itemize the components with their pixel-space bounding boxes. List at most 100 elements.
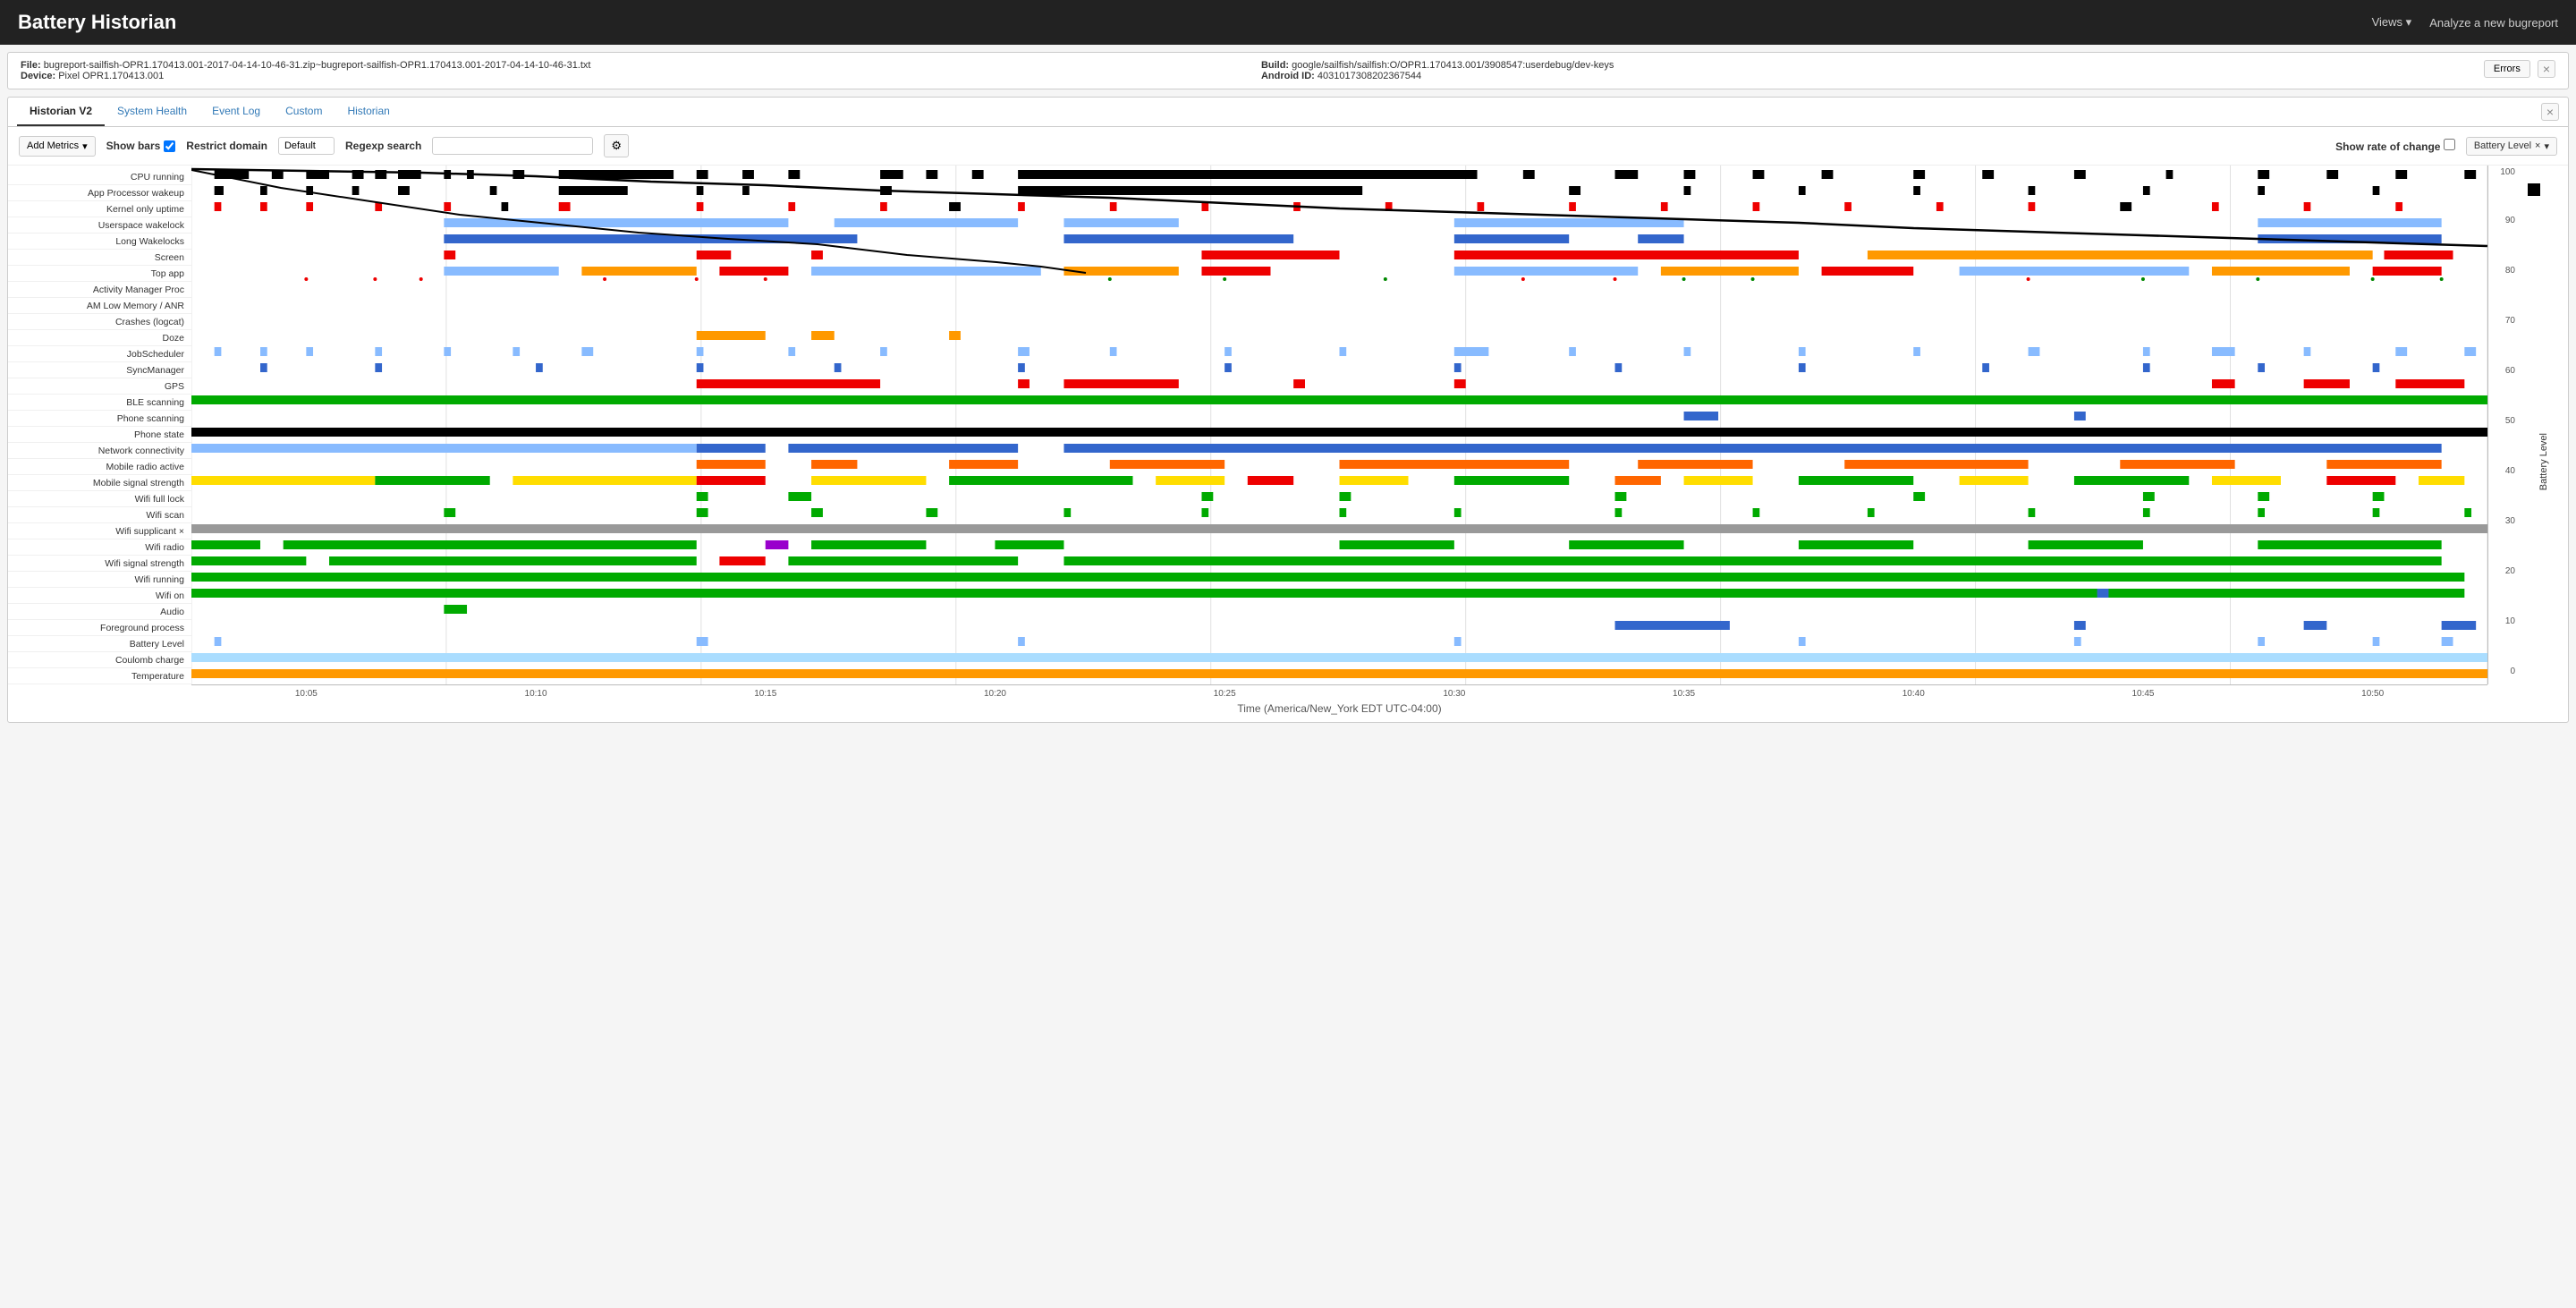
header-nav: Views ▾ Analyze a new bugreport bbox=[2372, 15, 2558, 30]
build-line: Build: google/sailfish/sailfish:O/OPR1.1… bbox=[1261, 60, 2484, 71]
row-label-crashes: Crashes (logcat) bbox=[8, 314, 191, 330]
y-tick-20: 20 bbox=[2505, 566, 2515, 576]
row-label-syncmanager: SyncManager bbox=[8, 362, 191, 378]
device-label: Device: bbox=[21, 71, 55, 81]
file-path-line: File: bugreport-sailfish-OPR1.170413.001… bbox=[21, 60, 1243, 71]
build-label: Build: bbox=[1261, 60, 1289, 71]
row-label-audio: Audio bbox=[8, 604, 191, 620]
y-tick-10: 10 bbox=[2505, 616, 2515, 626]
restrict-domain-label: Restrict domain bbox=[186, 140, 267, 152]
add-metrics-chevron: ▾ bbox=[82, 140, 88, 152]
time-label-1010: 10:10 bbox=[421, 689, 651, 699]
time-label-1025: 10:25 bbox=[1110, 689, 1340, 699]
file-label: File: bbox=[21, 60, 41, 71]
add-metrics-button[interactable]: Add Metrics ▾ bbox=[19, 136, 96, 157]
row-label-am-low-memory: AM Low Memory / ANR bbox=[8, 298, 191, 314]
gear-button[interactable]: ⚙ bbox=[604, 134, 629, 157]
battery-level-vertical-label: Battery Level bbox=[2538, 433, 2549, 490]
chart-outer-wrapper: CPU running App Processor wakeup Kernel … bbox=[8, 166, 2568, 722]
errors-button[interactable]: Errors bbox=[2484, 60, 2530, 78]
row-label-phone-scanning: Phone scanning bbox=[8, 411, 191, 427]
y-tick-90: 90 bbox=[2505, 216, 2515, 225]
battery-level-badge: Battery Level × ▾ bbox=[2466, 137, 2557, 156]
time-label-1030: 10:30 bbox=[1340, 689, 1570, 699]
row-label-doze: Doze bbox=[8, 330, 191, 346]
time-axis-title: Time (America/New_York EDT UTC-04:00) bbox=[191, 699, 2487, 722]
main-container: Historian V2 System Health Event Log Cus… bbox=[7, 97, 2569, 723]
tab-historian-v2[interactable]: Historian V2 bbox=[17, 98, 105, 126]
row-label-wifi-running: Wifi running bbox=[8, 572, 191, 588]
android-id-value: 4031017308202367544 bbox=[1318, 71, 1421, 81]
file-info-bar: File: bugreport-sailfish-OPR1.170413.001… bbox=[7, 52, 2569, 89]
time-label-1035: 10:35 bbox=[1569, 689, 1799, 699]
time-label-1040: 10:40 bbox=[1799, 689, 2029, 699]
tab-system-health[interactable]: System Health bbox=[105, 98, 199, 126]
regexp-input[interactable] bbox=[432, 137, 593, 155]
toolbar: Add Metrics ▾ Show bars Restrict domain … bbox=[8, 127, 2568, 166]
y-tick-70: 70 bbox=[2505, 316, 2515, 326]
row-label-mobile-radio: Mobile radio active bbox=[8, 459, 191, 475]
y-tick-100: 100 bbox=[2500, 167, 2515, 177]
row-label-wifi-scan: Wifi scan bbox=[8, 507, 191, 523]
row-label-battery-level: Battery Level bbox=[8, 636, 191, 652]
y-ticks-col: 100 90 80 70 60 50 40 30 20 10 0 bbox=[2487, 166, 2519, 684]
row-label-kernel-uptime: Kernel only uptime bbox=[8, 201, 191, 217]
time-label-1045: 10:45 bbox=[2029, 689, 2258, 699]
show-bars-text: Show bars bbox=[106, 140, 161, 152]
device-line: Device: Pixel OPR1.170413.001 bbox=[21, 71, 1243, 81]
domain-select[interactable]: Default bbox=[278, 137, 335, 155]
add-metrics-label: Add Metrics bbox=[27, 140, 79, 151]
row-label-coulomb: Coulomb charge bbox=[8, 652, 191, 668]
file-path-value: bugreport-sailfish-OPR1.170413.001-2017-… bbox=[44, 60, 591, 71]
row-label-am-proc: Activity Manager Proc bbox=[8, 282, 191, 298]
row-label-wifi-supplicant: Wifi supplicant × bbox=[8, 523, 191, 539]
file-close-button[interactable]: × bbox=[2538, 60, 2555, 78]
row-label-wifi-signal: Wifi signal strength bbox=[8, 556, 191, 572]
chart-center-panel: 10:05 10:10 10:15 10:20 10:25 10:30 10:3… bbox=[191, 166, 2487, 722]
row-label-phone-state: Phone state bbox=[8, 427, 191, 443]
battery-axis-label-col: Battery Level bbox=[2519, 166, 2568, 722]
app-title: Battery Historian bbox=[18, 11, 176, 34]
battery-legend-swatch bbox=[2528, 183, 2540, 196]
row-label-screen: Screen bbox=[8, 250, 191, 266]
row-label-mobile-signal: Mobile signal strength bbox=[8, 475, 191, 491]
row-label-wifi-on: Wifi on bbox=[8, 588, 191, 604]
right-panel: 100 90 80 70 60 50 40 30 20 10 0 Battery… bbox=[2487, 166, 2568, 722]
row-label-cpu-running: CPU running bbox=[8, 169, 191, 185]
tabs: Historian V2 System Health Event Log Cus… bbox=[8, 98, 2568, 127]
android-id-line: Android ID: 4031017308202367544 bbox=[1261, 71, 2484, 81]
regexp-label: Regexp search bbox=[345, 140, 421, 152]
show-bars-checkbox[interactable] bbox=[164, 140, 175, 152]
tab-custom[interactable]: Custom bbox=[273, 98, 335, 126]
row-label-wifi-radio: Wifi radio bbox=[8, 539, 191, 556]
tabs-left: Historian V2 System Health Event Log Cus… bbox=[17, 98, 402, 126]
show-rate-checkbox[interactable] bbox=[2444, 139, 2455, 150]
file-info-right: Build: google/sailfish/sailfish:O/OPR1.1… bbox=[1261, 60, 2484, 81]
android-id-label: Android ID: bbox=[1261, 71, 1315, 81]
labels-panel: CPU running App Processor wakeup Kernel … bbox=[8, 166, 191, 722]
build-value: google/sailfish/sailfish:O/OPR1.170413.0… bbox=[1292, 60, 1614, 71]
battery-level-badge-text: Battery Level bbox=[2474, 140, 2531, 151]
analyze-link[interactable]: Analyze a new bugreport bbox=[2429, 16, 2558, 30]
battery-level-badge-close[interactable]: × bbox=[2535, 140, 2540, 151]
row-label-jobscheduler: JobScheduler bbox=[8, 346, 191, 362]
time-axis: 10:05 10:10 10:15 10:20 10:25 10:30 10:3… bbox=[191, 684, 2487, 699]
views-menu[interactable]: Views ▾ bbox=[2372, 15, 2412, 30]
show-rate-text: Show rate of change bbox=[2335, 140, 2440, 153]
time-label-1005: 10:05 bbox=[191, 689, 421, 699]
time-label-1050: 10:50 bbox=[2258, 689, 2487, 699]
y-tick-30: 30 bbox=[2505, 516, 2515, 526]
y-tick-80: 80 bbox=[2505, 266, 2515, 276]
time-label-1020: 10:20 bbox=[880, 689, 1110, 699]
row-label-app-processor: App Processor wakeup bbox=[8, 185, 191, 201]
chart-svg bbox=[191, 166, 2487, 684]
row-label-foreground: Foreground process bbox=[8, 620, 191, 636]
tab-close-button[interactable]: × bbox=[2541, 103, 2559, 121]
battery-level-badge-chevron[interactable]: ▾ bbox=[2544, 140, 2549, 152]
row-label-ble: BLE scanning bbox=[8, 395, 191, 411]
row-label-top-app: Top app bbox=[8, 266, 191, 282]
tab-event-log[interactable]: Event Log bbox=[199, 98, 273, 126]
app-header: Battery Historian Views ▾ Analyze a new … bbox=[0, 0, 2576, 45]
tab-historian[interactable]: Historian bbox=[335, 98, 402, 126]
row-label-temperature: Temperature bbox=[8, 668, 191, 684]
